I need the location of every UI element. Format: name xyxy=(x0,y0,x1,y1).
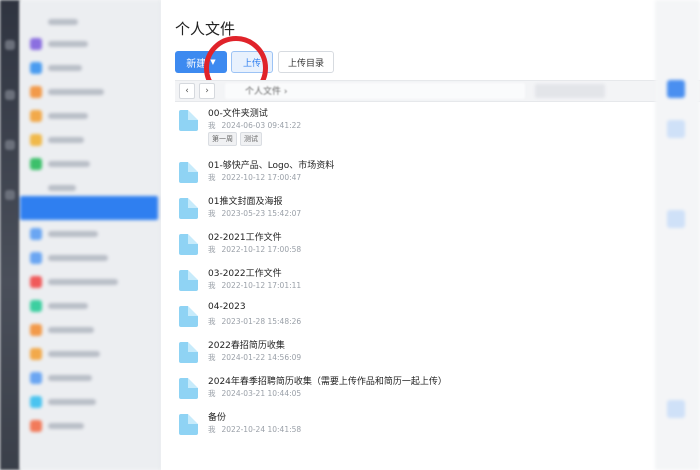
file-owner: 我 xyxy=(208,353,216,362)
file-row[interactable]: 04-2023 我 2023-01-28 15:48:26 xyxy=(175,300,655,336)
file-owner: 我 xyxy=(208,425,216,434)
breadcrumb-separator: › xyxy=(283,87,288,97)
file-list: 00-文件夹测试我 2024-06-03 09:41:22 第一周 测试 01-够快产品… xyxy=(175,104,655,444)
folder-icon xyxy=(179,110,198,131)
sidebar-item[interactable] xyxy=(28,132,152,148)
file-owner: 我 xyxy=(208,173,216,182)
file-meta: 我 2022-10-12 17:00:58 xyxy=(208,244,301,255)
file-name[interactable]: 备份 xyxy=(208,410,226,423)
folder-icon xyxy=(179,342,198,363)
file-modified-time: 2022-10-12 17:00:47 xyxy=(221,173,302,182)
panel-icon[interactable] xyxy=(667,400,685,418)
sidebar-item[interactable] xyxy=(28,274,152,290)
chevron-left-icon[interactable]: ‹ xyxy=(179,83,195,99)
folder-icon xyxy=(179,270,198,291)
file-meta: 我 2024-01-22 14:56:09 xyxy=(208,352,301,363)
chevron-right-icon[interactable]: › xyxy=(199,83,215,99)
file-name[interactable]: 04-2023 xyxy=(208,302,246,312)
file-owner: 我 xyxy=(208,121,216,130)
file-row[interactable]: 01推文封面及海报我 2023-05-23 15:42:07 xyxy=(175,192,655,228)
file-row[interactable]: 2024年春季招聘简历收集（需要上传作品和简历一起上传） 我 2024-03-21 … xyxy=(175,372,655,408)
file-name[interactable]: 02-2021工作文件 xyxy=(208,230,282,243)
file-owner: 我 xyxy=(208,317,216,326)
file-row[interactable]: 00-文件夹测试我 2024-06-03 09:41:22 第一周 测试 xyxy=(175,104,655,156)
file-modified-time: 2022-10-12 17:01:11 xyxy=(221,281,302,290)
sidebar-item[interactable] xyxy=(28,14,152,30)
sidebar-item[interactable] xyxy=(28,108,152,124)
sidebar-item[interactable] xyxy=(28,60,152,76)
file-modified-time: 2024-01-22 14:56:09 xyxy=(221,353,302,362)
page-title: 个人文件 xyxy=(175,20,236,38)
file-modified-time: 2022-10-24 10:41:58 xyxy=(221,425,302,434)
rail-icon[interactable] xyxy=(5,40,15,50)
folder-icon xyxy=(179,234,198,255)
file-tag[interactable]: 第一周 xyxy=(208,132,237,146)
folder-icon xyxy=(179,414,198,435)
file-owner: 我 xyxy=(208,245,216,254)
file-meta: 我 2023-05-23 15:42:07 xyxy=(208,208,301,219)
sidebar-item[interactable] xyxy=(28,180,152,196)
file-name[interactable]: 2024年春季招聘简历收集（需要上传作品和简历一起上传） xyxy=(208,374,447,387)
folder-icon xyxy=(179,378,198,399)
file-name[interactable]: 01-够快产品、Logo、市场资料 xyxy=(208,158,334,171)
rail-icon[interactable] xyxy=(5,90,15,100)
file-meta: 我 2024-06-03 09:41:22 xyxy=(208,120,301,131)
sidebar-item[interactable] xyxy=(28,156,152,172)
file-row[interactable]: 03-2022工作文件我 2022-10-12 17:01:11 xyxy=(175,264,655,300)
sidebar-item[interactable] xyxy=(28,418,152,434)
file-owner: 我 xyxy=(208,209,216,218)
file-row[interactable]: 2022春招简历收集我 2024-01-22 14:56:09 xyxy=(175,336,655,372)
app-window: 个人文件 新建 ▼ 上传 上传目录 ‹ › 个人文件 › 00-文件夹测试我 20… xyxy=(0,0,700,470)
sidebar-item[interactable] xyxy=(28,226,152,242)
file-modified-time: 2024-03-21 10:44:05 xyxy=(221,389,302,398)
file-row[interactable]: 01-够快产品、Logo、市场资料我 2022-10-12 17:00:47 xyxy=(175,156,655,192)
file-owner: 我 xyxy=(208,281,216,290)
path-bar-control[interactable] xyxy=(535,84,605,98)
app-rail xyxy=(0,0,20,470)
sidebar xyxy=(20,0,161,470)
sidebar-item[interactable] xyxy=(28,36,152,52)
file-meta: 我 2022-10-12 17:00:47 xyxy=(208,172,301,183)
panel-icon[interactable] xyxy=(667,120,685,138)
file-name[interactable]: 00-文件夹测试 xyxy=(208,106,268,119)
sidebar-item[interactable] xyxy=(28,370,152,386)
file-tags: 第一周 测试 xyxy=(208,132,262,146)
file-meta: 我 2023-01-28 15:48:26 xyxy=(208,316,301,327)
file-name[interactable]: 01推文封面及海报 xyxy=(208,194,282,207)
breadcrumb[interactable]: 个人文件 › xyxy=(245,84,288,97)
sidebar-item[interactable] xyxy=(28,346,152,362)
sidebar-item[interactable] xyxy=(28,322,152,338)
right-panel xyxy=(655,0,700,470)
file-tag[interactable]: 测试 xyxy=(240,132,262,146)
rail-icon[interactable] xyxy=(5,140,15,150)
sidebar-item[interactable] xyxy=(28,84,152,100)
panel-icon[interactable] xyxy=(667,210,685,228)
file-meta: 我 2022-10-24 10:41:58 xyxy=(208,424,301,435)
folder-icon xyxy=(179,306,198,327)
folder-icon xyxy=(179,162,198,183)
sidebar-item-active[interactable] xyxy=(20,196,158,220)
upload-folder-button[interactable]: 上传目录 xyxy=(278,51,334,73)
sidebar-item[interactable] xyxy=(28,298,152,314)
rail-icon[interactable] xyxy=(5,190,15,200)
sidebar-item[interactable] xyxy=(28,250,152,266)
folder-icon xyxy=(179,198,198,219)
file-owner: 我 xyxy=(208,389,216,398)
file-meta: 我 2024-03-21 10:44:05 xyxy=(208,388,301,399)
main-content: 个人文件 新建 ▼ 上传 上传目录 ‹ › 个人文件 › 00-文件夹测试我 20… xyxy=(161,0,700,470)
panel-button[interactable] xyxy=(667,80,685,98)
file-name[interactable]: 03-2022工作文件 xyxy=(208,266,282,279)
file-meta: 我 2022-10-12 17:01:11 xyxy=(208,280,301,291)
file-modified-time: 2024-06-03 09:41:22 xyxy=(221,121,302,130)
path-bar: ‹ › 个人文件 › xyxy=(175,80,700,102)
file-modified-time: 2023-05-23 15:42:07 xyxy=(221,209,302,218)
file-modified-time: 2023-01-28 15:48:26 xyxy=(221,317,302,326)
file-row[interactable]: 02-2021工作文件我 2022-10-12 17:00:58 xyxy=(175,228,655,264)
file-name[interactable]: 2022春招简历收集 xyxy=(208,338,285,351)
breadcrumb-item[interactable]: 个人文件 xyxy=(245,87,281,97)
file-row[interactable]: 备份我 2022-10-24 10:41:58 xyxy=(175,408,655,444)
sidebar-item[interactable] xyxy=(28,394,152,410)
file-modified-time: 2022-10-12 17:00:58 xyxy=(221,245,302,254)
